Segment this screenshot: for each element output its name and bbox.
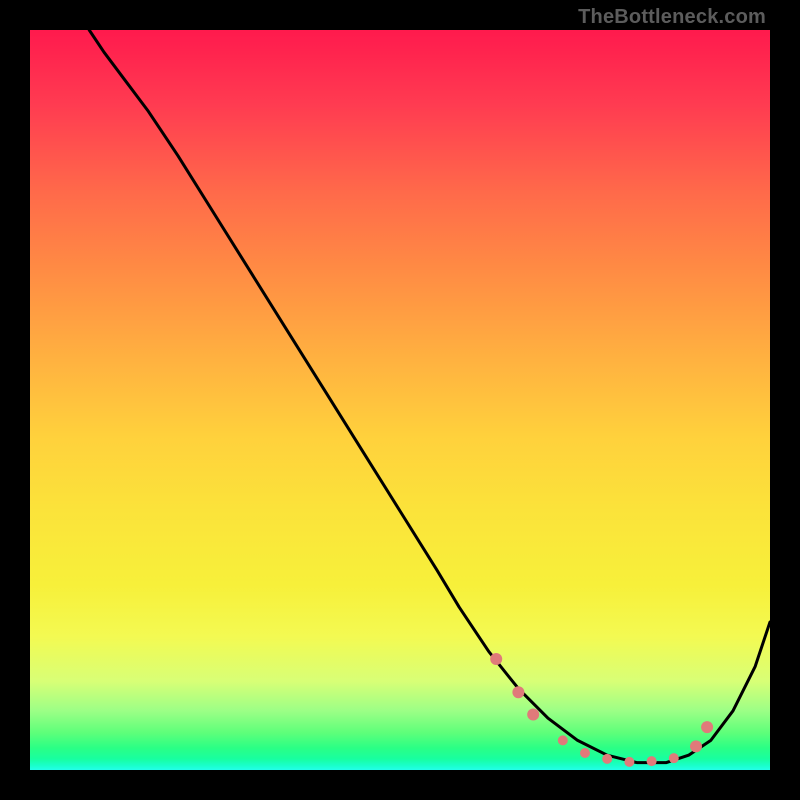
- curve-marker: [669, 753, 679, 763]
- curve-marker: [580, 748, 590, 758]
- watermark-text: TheBottleneck.com: [578, 6, 766, 29]
- curve-marker: [624, 757, 634, 767]
- curve-marker: [490, 653, 502, 665]
- curve-marker: [558, 735, 568, 745]
- curve-path: [89, 30, 770, 763]
- plot-area: [30, 30, 770, 770]
- curve-marker: [647, 756, 657, 766]
- curve-group: [89, 30, 770, 763]
- curve-marker: [690, 740, 702, 752]
- curve-marker: [602, 754, 612, 764]
- curve-marker: [512, 686, 524, 698]
- curve-marker: [701, 721, 713, 733]
- curve-marker: [527, 709, 539, 721]
- markers-group: [490, 653, 713, 767]
- chart-frame: TheBottleneck.com: [0, 0, 800, 800]
- chart-svg: [30, 30, 770, 770]
